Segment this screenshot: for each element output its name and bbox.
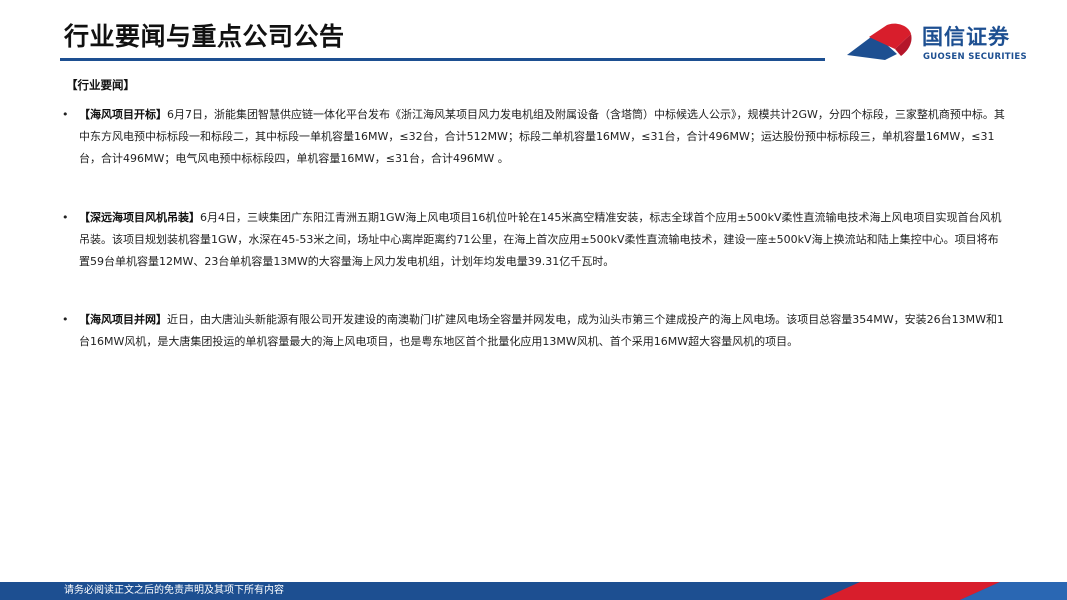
news-text: 近日，由大唐汕头新能源有限公司开发建设的南澳勒门Ⅰ扩建风电场全容量并网发电，成为…	[79, 313, 1004, 349]
news-tag: 【海风项目并网】	[79, 313, 167, 327]
news-item: • 【海风项目并网】近日，由大唐汕头新能源有限公司开发建设的南澳勒门Ⅰ扩建风电场…	[62, 309, 1007, 353]
slide: 行业要闻与重点公司公告 国信证券 GUOSEN SECURITIES 【行业要闻…	[0, 0, 1067, 600]
section-label: 【行业要闻】	[66, 78, 135, 92]
news-list: • 【海风项目开标】6月7日，浙能集团智慧供应链一体化平台发布《浙江海风某项目风…	[62, 104, 1007, 354]
logo-chinese-name: 国信证券	[922, 25, 1010, 49]
footer-bar: 请务必阅读正文之后的免责声明及其项下所有内容	[0, 582, 1067, 600]
news-text: 6月4日，三峡集团广东阳江青洲五期1GW海上风电项目16机位叶轮在145米高空精…	[79, 210, 1002, 269]
footer-disclaimer: 请务必阅读正文之后的免责声明及其项下所有内容	[64, 585, 284, 596]
news-item: • 【深远海项目风机吊装】6月4日，三峡集团广东阳江青洲五期1GW海上风电项目1…	[62, 207, 1007, 274]
title-divider	[60, 58, 825, 61]
bullet-icon: •	[62, 108, 69, 121]
news-tag: 【海风项目开标】	[79, 108, 167, 121]
guosen-logo-icon	[847, 23, 912, 60]
bullet-icon: •	[62, 210, 69, 224]
bullet-icon: •	[62, 313, 69, 327]
news-text: 6月7日，浙能集团智慧供应链一体化平台发布《浙江海风某项目风力发电机组及附属设备…	[79, 108, 1005, 166]
news-item: • 【海风项目开标】6月7日，浙能集团智慧供应链一体化平台发布《浙江海风某项目风…	[62, 104, 1007, 171]
company-logo: 国信证券 GUOSEN SECURITIES	[845, 22, 1027, 66]
news-tag: 【深远海项目风机吊装】	[79, 210, 200, 224]
logo-english-name: GUOSEN SECURITIES	[923, 52, 1027, 62]
page-title: 行业要闻与重点公司公告	[64, 22, 345, 51]
